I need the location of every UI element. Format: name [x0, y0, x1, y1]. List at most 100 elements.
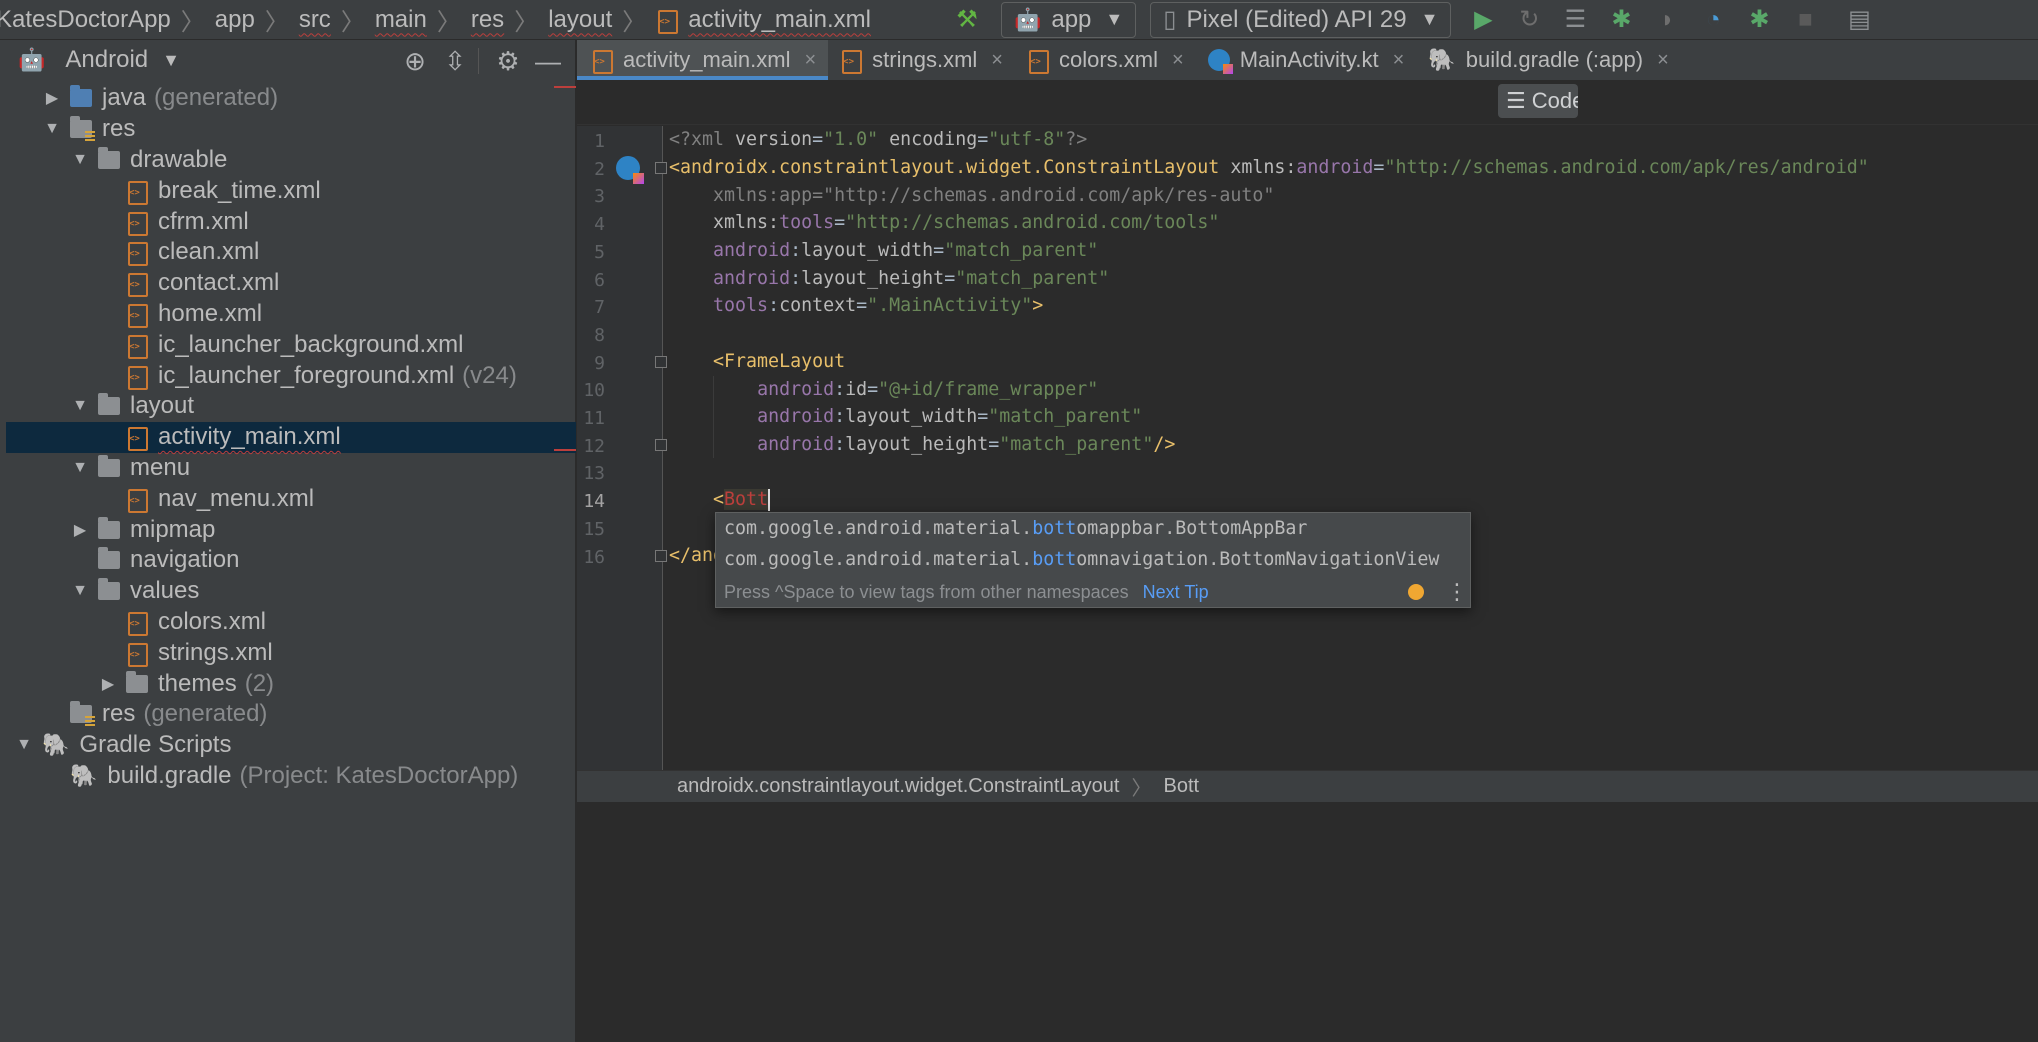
tree-item[interactable]: ▼ res: [6, 114, 576, 145]
breadcrumb-module[interactable]: app: [215, 6, 255, 34]
kotlin-class-icon[interactable]: [616, 156, 644, 184]
tree-item[interactable]: home.xml: [6, 299, 576, 330]
tree-item[interactable]: ▶ themes (2): [6, 668, 576, 699]
code-line-5[interactable]: android:layout_width="match_parent": [669, 240, 1098, 261]
run-config-dropdown[interactable]: 🤖 app ▼: [1000, 1, 1137, 38]
breadcrumb-main[interactable]: main: [375, 6, 427, 34]
run-config-label: app: [1051, 5, 1092, 33]
tab-activity-main[interactable]: activity_main.xml ×: [577, 40, 829, 80]
breadcrumb-project[interactable]: KatesDoctorApp: [0, 6, 171, 34]
line-number: 6: [594, 269, 605, 291]
lightbulb-icon[interactable]: [1408, 584, 1424, 600]
folder-icon: [98, 516, 120, 539]
tree-item[interactable]: ic_launcher_background.xml: [6, 329, 576, 360]
chevron-right-icon[interactable]: ▶: [98, 674, 118, 694]
speed-icon[interactable]: ◔: [1699, 6, 1727, 34]
run-icon[interactable]: ▶: [1469, 6, 1497, 34]
tab-main-activity[interactable]: MainActivity.kt ×: [1196, 40, 1417, 80]
code-line-2[interactable]: <androidx.constraintlayout.widget.Constr…: [669, 157, 1869, 178]
breadcrumb-file[interactable]: activity_main.xml: [656, 6, 871, 34]
code-line-6[interactable]: android:layout_height="match_parent": [669, 268, 1109, 289]
gear-icon[interactable]: ⚙: [491, 44, 525, 78]
stop-icon[interactable]: ■: [1791, 6, 1819, 34]
rerun-icon[interactable]: ↻: [1515, 6, 1543, 34]
close-icon[interactable]: ×: [991, 49, 1003, 72]
code-line-7[interactable]: tools:context=".MainActivity">: [669, 295, 1043, 316]
coverage-icon[interactable]: ☰: [1561, 6, 1589, 34]
tree-item[interactable]: cfrm.xml: [6, 206, 576, 237]
tree-item[interactable]: 🐘 build.gradle (Project: KatesDoctorApp): [6, 761, 576, 792]
chevron-right-icon[interactable]: ▶: [70, 520, 90, 540]
tree-item[interactable]: ▼ menu: [6, 453, 576, 484]
close-icon[interactable]: ×: [1393, 49, 1405, 72]
chevron-down-icon[interactable]: ▼: [70, 397, 90, 415]
fold-marker[interactable]: [655, 162, 667, 174]
code-line-9[interactable]: <FrameLayout: [669, 351, 845, 372]
tree-item[interactable]: navigation: [6, 545, 576, 576]
chevron-down-icon[interactable]: ▼: [162, 50, 180, 71]
chevron-down-icon[interactable]: ▼: [42, 120, 62, 138]
xml-file-icon: [126, 240, 148, 267]
tab-strings[interactable]: strings.xml ×: [828, 40, 1015, 80]
tab-build-gradle[interactable]: 🐘 build.gradle (:app) ×: [1416, 40, 1680, 80]
tree-item[interactable]: ▼ values: [6, 576, 576, 607]
tree-item[interactable]: contact.xml: [6, 268, 576, 299]
tree-item[interactable]: activity_main.xml: [6, 421, 576, 453]
fold-marker[interactable]: [655, 439, 667, 451]
line-number: 16: [583, 546, 605, 568]
code-line-11[interactable]: android:layout_width="match_parent": [669, 406, 1142, 427]
close-icon[interactable]: ×: [1657, 49, 1669, 72]
profile-icon[interactable]: ◗: [1653, 6, 1681, 34]
next-tip-link[interactable]: Next Tip: [1143, 582, 1209, 603]
tree-item[interactable]: res (generated): [6, 699, 576, 730]
project-structure-icon[interactable]: ▤: [1845, 6, 1873, 34]
code-line-14[interactable]: <Bott: [669, 489, 771, 511]
tree-item[interactable]: ▶ java (generated): [6, 83, 576, 114]
breadcrumb-res[interactable]: res: [471, 6, 504, 34]
collapse-all-icon[interactable]: ⇳: [438, 44, 472, 78]
code-line-10[interactable]: android:id="@+id/frame_wrapper": [669, 379, 1098, 400]
xml-file-icon: [840, 48, 863, 74]
fold-marker[interactable]: [655, 356, 667, 368]
tree-item[interactable]: clean.xml: [6, 237, 576, 268]
completion-item-bottom-app-bar[interactable]: com.google.android.material. bott omappbar…: [716, 513, 1470, 544]
tree-item[interactable]: strings.xml: [6, 637, 576, 668]
code-line-4[interactable]: xmlns:tools="http://schemas.android.com/…: [669, 212, 1219, 233]
locate-icon[interactable]: ⊕: [398, 44, 432, 78]
code-line-1[interactable]: <?xml version="1.0" encoding="utf-8"?>: [669, 129, 1087, 150]
close-icon[interactable]: ×: [804, 49, 816, 72]
tree-item[interactable]: ▼ drawable: [6, 145, 576, 176]
device-dropdown[interactable]: ▯ Pixel (Edited) API 29 ▼: [1150, 1, 1452, 38]
tab-colors[interactable]: colors.xml ×: [1015, 40, 1196, 80]
code-line-3[interactable]: xmlns:app="http://schemas.android.com/ap…: [669, 185, 1274, 206]
code-line-12[interactable]: android:layout_height="match_parent"/>: [669, 434, 1175, 455]
project-view-selector[interactable]: Android: [65, 46, 148, 74]
line-number: 13: [583, 463, 605, 485]
chevron-down-icon[interactable]: ▼: [70, 459, 90, 477]
chevron-down-icon[interactable]: ▼: [70, 151, 90, 169]
hide-icon[interactable]: —: [531, 44, 565, 78]
code-view-button[interactable]: ☰ Code: [1498, 84, 1578, 118]
breadcrumb-layout[interactable]: layout: [548, 6, 612, 34]
chevron-right-icon[interactable]: ▶: [42, 88, 62, 108]
close-icon[interactable]: ×: [1172, 49, 1184, 72]
debug-icon[interactable]: ✱: [1607, 6, 1635, 34]
attach-debugger-icon[interactable]: ✱: [1745, 6, 1773, 34]
tree-item[interactable]: break_time.xml: [6, 175, 576, 206]
hammer-icon[interactable]: ⚒: [953, 6, 981, 34]
xml-file-icon: [126, 364, 148, 390]
tree-item[interactable]: colors.xml: [6, 607, 576, 638]
fold-marker[interactable]: [655, 550, 667, 562]
tree-item[interactable]: ▼ 🐘 Gradle Scripts: [6, 730, 576, 761]
tree-item[interactable]: ▼ layout: [6, 391, 576, 422]
tree-item[interactable]: nav_menu.xml: [6, 483, 576, 514]
more-options-icon[interactable]: ⋮: [1446, 579, 1468, 605]
chevron-down-icon[interactable]: ▼: [70, 582, 90, 600]
editor-breadcrumb-item[interactable]: androidx.constraintlayout.widget.Constra…: [677, 775, 1119, 798]
completion-item-bottom-navigation-view[interactable]: com.google.android.material. bott omnaviga…: [716, 544, 1470, 575]
tree-item[interactable]: ic_launcher_foreground.xml(v24): [6, 360, 576, 391]
chevron-down-icon[interactable]: ▼: [14, 736, 34, 754]
editor-breadcrumb-item[interactable]: Bott: [1163, 775, 1199, 798]
breadcrumb-src[interactable]: src: [299, 6, 331, 34]
tree-item[interactable]: ▶ mipmap: [6, 514, 576, 545]
